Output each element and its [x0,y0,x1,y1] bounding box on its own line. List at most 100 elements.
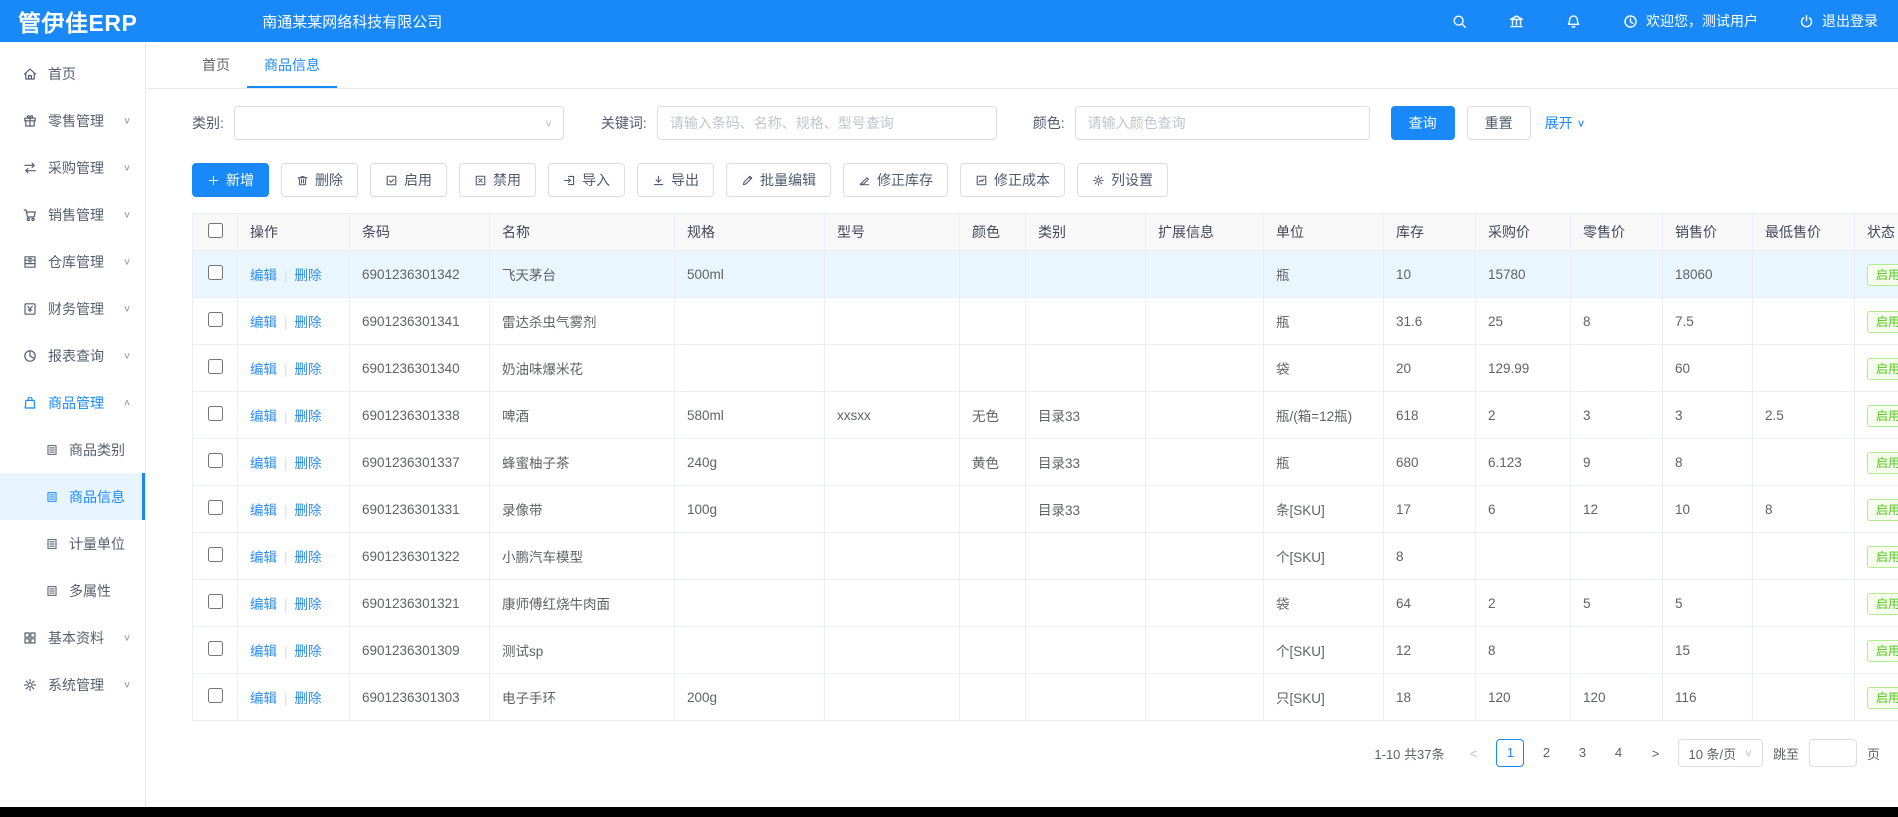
adjust-cost-button[interactable]: 修正成本 [960,163,1065,197]
sidebar-item-home[interactable]: 首页 [0,50,145,97]
tab-product-info[interactable]: 商品信息 [247,42,337,88]
edit-link[interactable]: 编辑 [250,315,277,330]
sidebar-item-product-category[interactable]: 商品类别 [0,426,145,473]
bank-icon[interactable] [1508,13,1525,30]
user-welcome[interactable]: 欢迎您，测试用户 [1622,11,1758,31]
table-row[interactable]: 编辑删除 6901236301337 蜂蜜柚子茶 240g 黄色 目录33 瓶 … [193,439,1898,486]
column-settings-button[interactable]: 列设置 [1077,163,1168,197]
prev-page-button[interactable]: < [1460,746,1486,761]
row-checkbox[interactable] [208,406,223,421]
cell-color [960,298,1026,345]
delete-link[interactable]: 删除 [295,644,322,659]
delete-link[interactable]: 删除 [295,550,322,565]
row-checkbox[interactable] [208,500,223,515]
category-select[interactable] [234,106,564,140]
sidebar-item-sales[interactable]: 销售管理 [0,191,145,238]
row-checkbox[interactable] [208,594,223,609]
page-button[interactable]: 1 [1496,739,1524,767]
page-button[interactable]: 3 [1568,739,1596,767]
reset-button[interactable]: 重置 [1467,106,1531,140]
sidebar-item-reports[interactable]: 报表查询 [0,332,145,379]
table-row[interactable]: 编辑删除 6901236301338 啤酒 580ml xxsxx 无色 目录3… [193,392,1898,439]
delete-link[interactable]: 删除 [295,456,322,471]
row-checkbox[interactable] [208,359,223,374]
select-all-checkbox[interactable] [208,223,223,238]
cell-retail-price [1571,627,1663,674]
disable-button[interactable]: 禁用 [459,163,536,197]
table-row[interactable]: 编辑删除 6901236301309 测试sp 个[SKU] 12 8 15 [193,627,1898,674]
table-row[interactable]: 编辑删除 6901236301342 飞天茅台 500ml 瓶 10 15780… [193,251,1898,298]
expand-toggle[interactable]: 展开 [1545,113,1586,133]
delete-link[interactable]: 删除 [295,315,322,330]
sidebar-item-label: 零售管理 [48,111,104,131]
page-button[interactable]: 4 [1604,739,1632,767]
export-button[interactable]: 导出 [637,163,714,197]
add-button[interactable]: 新增 [192,163,269,197]
cell-spec: 580ml [675,392,825,439]
row-checkbox[interactable] [208,453,223,468]
row-checkbox[interactable] [208,312,223,327]
table-row[interactable]: 编辑删除 6901236301322 小鹏汽车模型 个[SKU] 8 [193,533,1898,580]
batch-edit-button[interactable]: 批量编辑 [726,163,831,197]
delete-link[interactable]: 删除 [295,503,322,518]
tab-home[interactable]: 首页 [185,42,247,88]
edit-link[interactable]: 编辑 [250,503,277,518]
sidebar-item-warehouse[interactable]: 仓库管理 [0,238,145,285]
edit-link[interactable]: 编辑 [250,644,277,659]
column-header: 条码 [350,214,490,251]
color-input[interactable] [1075,106,1370,140]
row-checkbox[interactable] [208,641,223,656]
delete-button[interactable]: 删除 [281,163,358,197]
sidebar-item-label: 商品管理 [48,393,104,413]
bell-icon[interactable] [1565,13,1582,30]
jump-page-input[interactable] [1809,739,1857,767]
sidebar-item-label: 报表查询 [48,346,104,366]
table-row[interactable]: 编辑删除 6901236301331 录像带 100g 目录33 条[SKU] … [193,486,1898,533]
enable-button[interactable]: 启用 [370,163,447,197]
edit-link[interactable]: 编辑 [250,409,277,424]
adjust-stock-icon [858,174,871,187]
delete-link[interactable]: 删除 [295,268,322,283]
sidebar-item-multi-attribute[interactable]: 多属性 [0,567,145,614]
row-checkbox[interactable] [208,265,223,280]
sidebar-item-system[interactable]: 系统管理 [0,661,145,708]
delete-link[interactable]: 删除 [295,691,322,706]
edit-link[interactable]: 编辑 [250,362,277,377]
chevron-down-icon [123,679,131,690]
delete-link[interactable]: 删除 [295,597,322,612]
page-size-select[interactable]: 10 条/页 [1678,739,1762,767]
adjust-stock-button[interactable]: 修正库存 [843,163,948,197]
next-page-button[interactable]: > [1642,746,1668,761]
table-row[interactable]: 编辑删除 6901236301321 康师傅红烧牛肉面 袋 64 2 5 5 [193,580,1898,627]
logout-button[interactable]: 退出登录 [1798,11,1878,31]
row-checkbox[interactable] [208,547,223,562]
sidebar-item-retail[interactable]: 零售管理 [0,97,145,144]
sidebar-item-finance[interactable]: 财务管理 [0,285,145,332]
sidebar-item-product-info[interactable]: 商品信息 [0,473,145,520]
table-row[interactable]: 编辑删除 6901236301341 雷达杀虫气雾剂 瓶 31.6 25 8 7… [193,298,1898,345]
cell-color [960,627,1026,674]
sidebar-item-purchase[interactable]: 采购管理 [0,144,145,191]
keyword-input[interactable] [657,106,997,140]
search-icon[interactable] [1451,13,1468,30]
sidebar-item-products[interactable]: 商品管理 [0,379,145,426]
sidebar-item-measure-unit[interactable]: 计量单位 [0,520,145,567]
cell-min-price [1753,627,1855,674]
swap-icon [22,160,38,176]
sidebar-item-basic-data[interactable]: 基本资料 [0,614,145,661]
delete-link[interactable]: 删除 [295,409,322,424]
edit-link[interactable]: 编辑 [250,456,277,471]
chevron-down-icon [123,256,131,267]
welcome-text: 欢迎您，测试用户 [1646,11,1758,31]
table-row[interactable]: 编辑删除 6901236301340 奶油味爆米花 袋 20 129.99 60 [193,345,1898,392]
delete-link[interactable]: 删除 [295,362,322,377]
edit-link[interactable]: 编辑 [250,691,277,706]
page-button[interactable]: 2 [1532,739,1560,767]
import-button[interactable]: 导入 [548,163,625,197]
row-checkbox[interactable] [208,688,223,703]
edit-link[interactable]: 编辑 [250,268,277,283]
table-row[interactable]: 编辑删除 6901236301303 电子手环 200g 只[SKU] 18 1… [193,674,1898,721]
search-button[interactable]: 查询 [1391,106,1455,140]
edit-link[interactable]: 编辑 [250,597,277,612]
edit-link[interactable]: 编辑 [250,550,277,565]
